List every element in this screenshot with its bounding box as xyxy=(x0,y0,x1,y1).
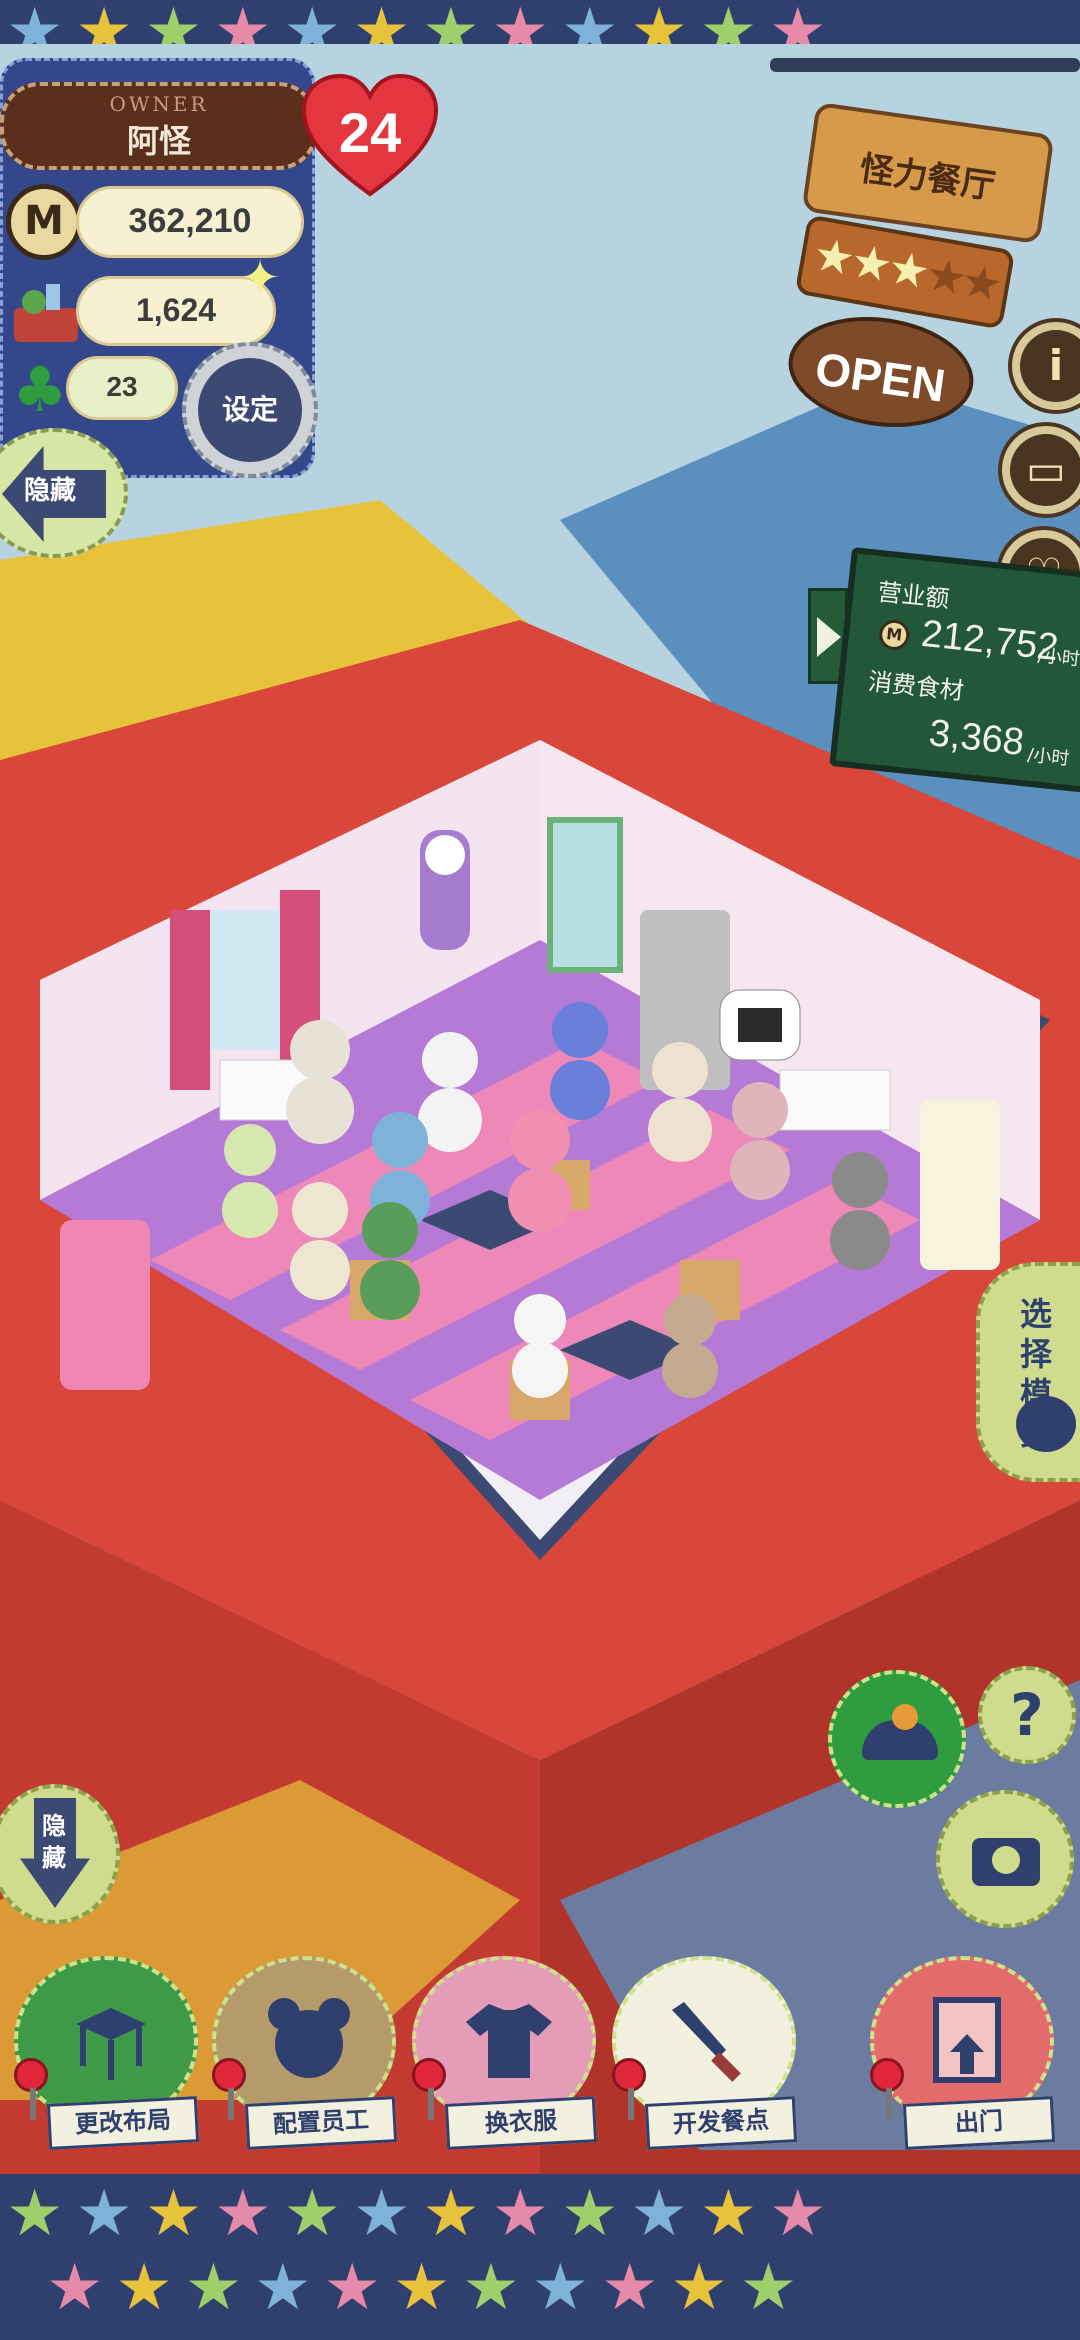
hide-bottom-label: 隐 藏 xyxy=(42,1812,66,1872)
go-out-label: 出门 xyxy=(902,2096,1056,2150)
pin-stick xyxy=(30,2088,36,2120)
consumption-value: 3,368 xyxy=(926,712,1026,764)
change-clothes-label: 换衣服 xyxy=(444,2096,598,2150)
develop-dish-label: 开发餐点 xyxy=(644,2096,798,2150)
top-star-border: ★ ★ ★ ★ ★ ★ ★ ★ ★ ★ ★ ★ xyxy=(0,0,1080,44)
pin-icon xyxy=(412,2058,446,2092)
info-icon: i xyxy=(1020,330,1080,402)
consumption-label: 消费食材 xyxy=(866,667,966,706)
owner-name-tag: OWNER 阿怪 xyxy=(0,82,318,170)
money-value: 362,210 xyxy=(76,186,304,258)
pin-stick xyxy=(228,2088,234,2120)
pin-icon xyxy=(612,2058,646,2092)
go-out-button[interactable]: 出门 xyxy=(870,1956,1056,2150)
assign-staff-label: 配置员工 xyxy=(244,2096,398,2150)
change-layout-label: 更改布局 xyxy=(46,2096,200,2150)
bear-head-icon xyxy=(268,1998,350,2078)
level-number: 24 xyxy=(338,101,402,164)
hat-badge xyxy=(892,1704,918,1730)
pin-icon xyxy=(870,2058,904,2092)
pin-stick xyxy=(428,2088,434,2120)
restaurant-name: 怪力餐厅 xyxy=(857,148,998,208)
assign-staff-button[interactable]: 配置员工 xyxy=(212,1956,398,2150)
book-icon: ▭ xyxy=(1010,434,1080,506)
pin-stick xyxy=(628,2088,634,2120)
change-clothes-button[interactable]: 换衣服 xyxy=(412,1956,598,2150)
pin-icon xyxy=(212,2058,246,2092)
level-heart: 24 xyxy=(300,72,440,202)
coin-icon: M xyxy=(6,184,82,260)
revenue-unit: /小时 xyxy=(1036,645,1080,671)
owner-caption: OWNER xyxy=(109,92,209,116)
help-button[interactable]: ? xyxy=(978,1666,1076,1764)
pin-icon xyxy=(14,2058,48,2092)
settings-label: 设定 xyxy=(198,358,302,462)
hide-label: 隐藏 xyxy=(24,476,77,506)
arrow-right-icon xyxy=(817,617,841,657)
shirt-icon xyxy=(466,2004,552,2078)
settings-button[interactable]: 设定 xyxy=(182,342,318,478)
camera-lens xyxy=(992,1846,1020,1874)
hat-button[interactable] xyxy=(828,1670,966,1808)
help-icon: ? xyxy=(1010,1681,1044,1749)
knife-icon xyxy=(672,2002,741,2082)
coin-icon: M xyxy=(877,618,911,652)
owner-name: 阿怪 xyxy=(126,122,191,160)
clover-value: 23 xyxy=(66,356,178,420)
table-icon xyxy=(76,2008,146,2080)
restaurant-room[interactable] xyxy=(20,740,1060,1560)
select-mode-button[interactable]: 选择 模式 xyxy=(976,1262,1080,1482)
bottom-star-border: ★ ★ ★ ★ ★ ★ ★ ★ ★ ★ ★ ★ ★ ★ ★ ★ ★ ★ ★ ★ ★ ★ ★ xyxy=(0,2174,1080,2340)
change-layout-button[interactable]: 更改布局 xyxy=(14,1956,200,2150)
bear-head-icon xyxy=(1016,1396,1076,1452)
revenue-board: 营业额 M 212,752 /小时 消费食材 3,368 /小时 xyxy=(829,547,1080,793)
pin-stick xyxy=(886,2088,892,2120)
consumption-unit: /小时 xyxy=(1026,744,1071,770)
star-icon: ★ xyxy=(956,252,1007,313)
sign-bracket xyxy=(770,58,1080,72)
camera-button[interactable] xyxy=(936,1790,1074,1928)
clover-icon: ♣ xyxy=(12,353,68,426)
develop-dish-button[interactable]: 开发餐点 xyxy=(612,1956,798,2150)
door-icon xyxy=(933,1997,1001,2083)
revenue-label: 营业额 xyxy=(876,577,951,614)
food-basket-icon xyxy=(14,284,78,342)
open-status: OPEN xyxy=(812,342,949,412)
sparkle-icon: ✦ xyxy=(240,250,281,306)
clover-row: ♣ 23 xyxy=(6,350,186,430)
